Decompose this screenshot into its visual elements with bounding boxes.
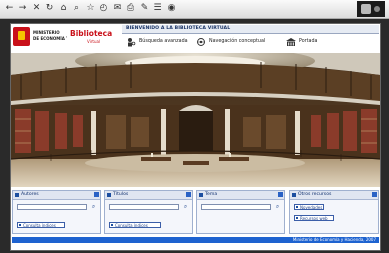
panel-authors: Autores ⌕ Consulta índices: [12, 190, 101, 234]
discuss-icon[interactable]: ☰: [151, 2, 164, 15]
panel-subject: Tema ⌕: [196, 190, 285, 234]
search-icon[interactable]: ⌕: [274, 203, 281, 210]
panel-title: Otros recursos: [298, 192, 332, 197]
site-title: BIENVENIDO A LA BIBLIOTECA VIRTUAL: [126, 26, 231, 31]
panel-header: Otros recursos: [290, 191, 378, 200]
bullet-icon: [292, 193, 296, 197]
subject-search-input[interactable]: [201, 204, 271, 210]
expand-icon[interactable]: [186, 192, 191, 197]
nav-label: Búsqueda avanzada: [139, 39, 188, 44]
authors-search-input[interactable]: [17, 204, 87, 210]
panel-title: Títulos: [113, 192, 129, 197]
search-icon[interactable]: ⌕: [70, 2, 83, 15]
library-interior-illustration: [11, 53, 380, 187]
consult-index-link[interactable]: Consulta índices: [17, 222, 65, 228]
panel-other-resources: Otros recursos Novedades Recursos web: [289, 190, 379, 234]
refresh-icon[interactable]: ↻: [43, 2, 56, 15]
network-icon: [197, 38, 205, 46]
bullet-icon: [15, 193, 19, 197]
panel-header: Títulos: [105, 191, 192, 200]
panel-title: Autores: [21, 192, 39, 197]
titles-search-input[interactable]: [109, 204, 179, 210]
panel-titles: Títulos ⌕ Consulta índices: [104, 190, 193, 234]
nav-advanced-search[interactable]: Búsqueda avanzada: [126, 36, 196, 50]
library-panorama-image: [11, 53, 380, 187]
history-icon[interactable]: ◴: [97, 2, 110, 15]
favorites-icon[interactable]: ☆: [84, 2, 97, 15]
back-icon[interactable]: ←: [3, 2, 16, 15]
coat-of-arms-icon: [13, 27, 30, 46]
stop-icon[interactable]: ✕: [30, 2, 43, 15]
nav-conceptual[interactable]: Navegación conceptual: [196, 36, 284, 50]
panel-header: Autores: [13, 191, 100, 200]
ministry-name-line1: MINISTERIO: [33, 30, 60, 35]
edit-icon[interactable]: ✎: [138, 2, 151, 15]
ministry-name-line2: DE ECONOMÍA Y HACIENDA: [33, 36, 67, 41]
search-panels: Autores ⌕ Consulta índices Títulos ⌕ Con…: [12, 190, 379, 234]
panel-title: Tema: [205, 192, 218, 197]
page-footer: Ministerio de Economía y Hacienda, 2007: [12, 237, 379, 243]
nav-home[interactable]: Portada: [286, 36, 346, 50]
search-icon[interactable]: ⌕: [90, 203, 97, 210]
expand-icon[interactable]: [278, 192, 283, 197]
site-title-bar: BIENVENIDO A LA BIBLIOTECA VIRTUAL: [122, 25, 379, 34]
windows-logo-icon: [361, 4, 371, 14]
browser-throbber: [357, 1, 385, 17]
expand-icon[interactable]: [94, 192, 99, 197]
search-icon[interactable]: ⌕: [182, 203, 189, 210]
expand-icon[interactable]: [372, 192, 377, 197]
print-icon[interactable]: ⎙: [124, 2, 137, 15]
brand-subtitle: Virtual: [87, 39, 101, 44]
bullet-icon: [199, 193, 203, 197]
web-page: MINISTERIO DE ECONOMÍA Y HACIENDA Biblio…: [10, 23, 381, 251]
web-resources-link[interactable]: Recursos web: [294, 215, 334, 221]
consult-index-link[interactable]: Consulta índices: [109, 222, 161, 228]
panel-header: Tema: [197, 191, 284, 200]
ministry-logo[interactable]: MINISTERIO DE ECONOMÍA Y HACIENDA Biblio…: [12, 26, 118, 48]
browser-toolbar: ← → ✕ ↻ ⌂ ⌕ ☆ ◴ ✉ ⎙ ✎ ☰ ◉: [0, 0, 389, 19]
bullet-icon: [107, 193, 111, 197]
brand-name: Biblioteca: [70, 29, 113, 38]
nav-label: Navegación conceptual: [209, 39, 266, 44]
home-icon[interactable]: ⌂: [57, 2, 70, 15]
activity-dot-icon: [374, 6, 380, 12]
footer-copyright: Ministerio de Economía y Hacienda, 2007: [292, 237, 376, 242]
nav-label: Portada: [299, 39, 318, 44]
news-link[interactable]: Novedades: [294, 204, 324, 210]
mail-icon[interactable]: ✉: [111, 2, 124, 15]
page-header: MINISTERIO DE ECONOMÍA Y HACIENDA Biblio…: [11, 24, 380, 52]
building-icon: [286, 38, 296, 46]
browser-viewport: MINISTERIO DE ECONOMÍA Y HACIENDA Biblio…: [0, 19, 389, 253]
messenger-icon[interactable]: ◉: [165, 2, 178, 15]
person-search-icon: [128, 38, 136, 47]
forward-icon[interactable]: →: [16, 2, 29, 15]
